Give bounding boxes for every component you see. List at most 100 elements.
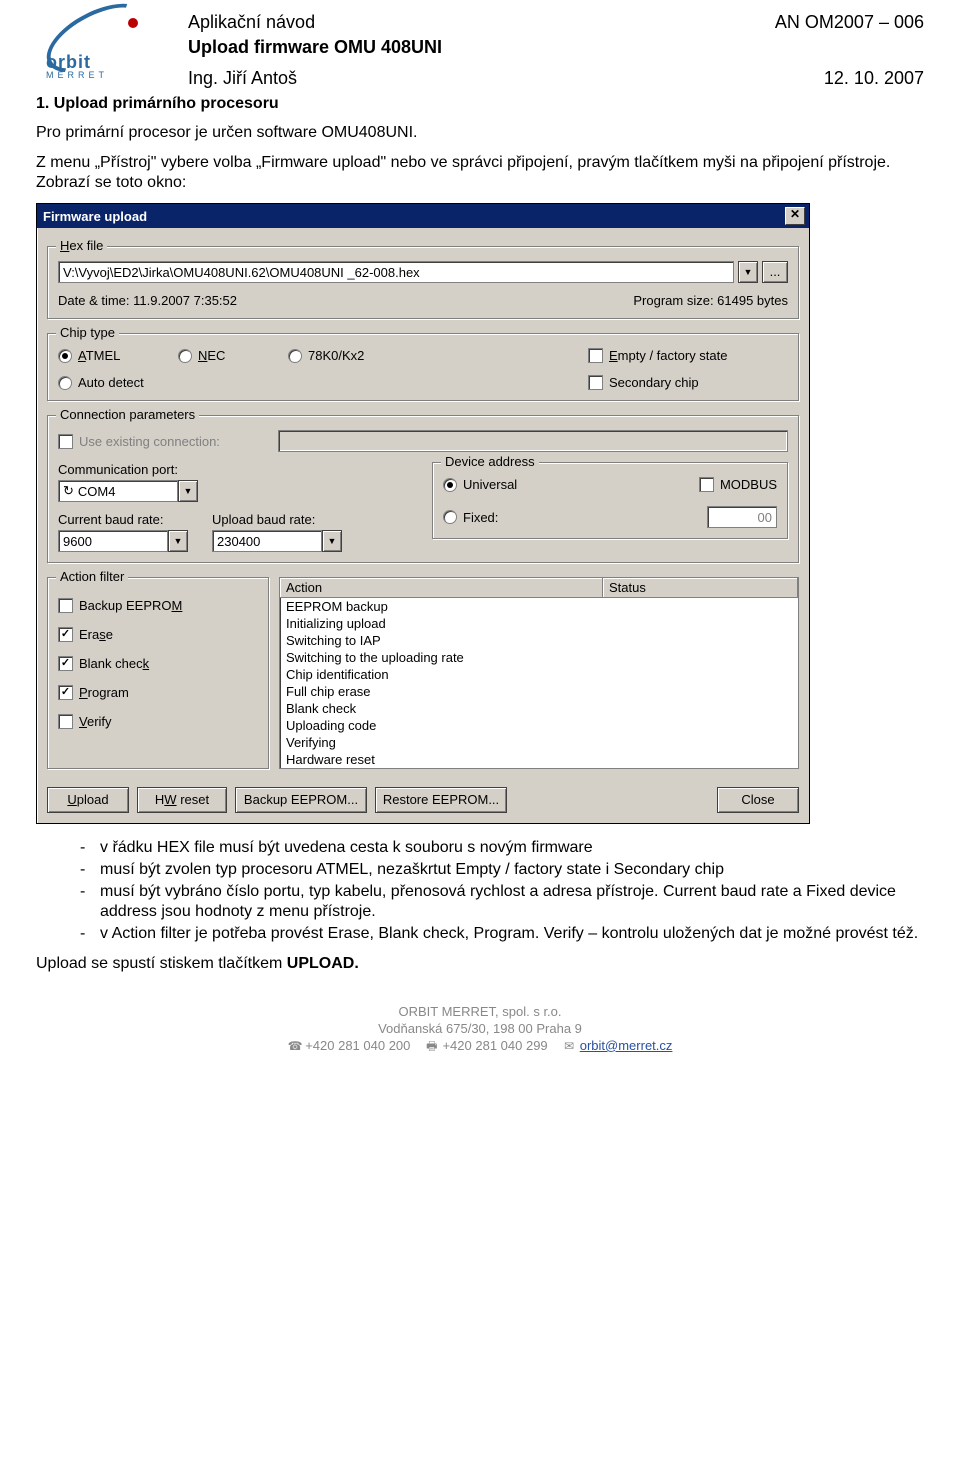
phone-icon: ☎: [288, 1039, 302, 1055]
note-item: -v Action filter je potřeba provést Eras…: [80, 924, 924, 944]
dropdown-arrow-icon[interactable]: ▼: [178, 480, 198, 502]
list-item: Switching to the uploading rate: [280, 649, 798, 666]
radio-fixed[interactable]: Fixed:: [443, 510, 498, 525]
hwreset-button[interactable]: HW reset: [137, 787, 227, 813]
action-filter-group: Action filter Backup EEPROM Erase Blank …: [47, 577, 269, 769]
checkbox-icon: [588, 348, 603, 363]
list-item: Full chip erase: [280, 683, 798, 700]
radio-icon: [443, 478, 457, 492]
checkbox-icon: [699, 477, 714, 492]
chk-verify[interactable]: Verify: [58, 714, 258, 729]
radio-icon: [288, 349, 302, 363]
chk-secondary-chip[interactable]: Secondary chip: [588, 375, 788, 390]
footer-address: Vodňanská 675/30, 198 00 Praha 9: [36, 1021, 924, 1038]
firmware-upload-dialog: Firmware upload ✕ Hex file V:\Vyvoj\ED2\…: [36, 203, 810, 824]
refresh-icon: ↻: [63, 483, 74, 499]
chk-empty-factory[interactable]: Empty / factory state: [588, 348, 788, 363]
radio-78k0[interactable]: 78K0/Kx2: [288, 348, 458, 363]
hex-date-label: Date & time: 11.9.2007 7:35:52: [58, 293, 237, 308]
dropdown-arrow-icon[interactable]: ▼: [322, 530, 342, 552]
header-doc-number: AN OM2007 – 006: [775, 12, 924, 33]
backup-eeprom-button[interactable]: Backup EEPROM...: [235, 787, 367, 813]
hex-size-label: Program size: 61495 bytes: [633, 293, 788, 308]
current-baud-select[interactable]: 9600: [58, 530, 168, 552]
note-item: -musí být vybráno číslo portu, typ kabel…: [80, 882, 924, 922]
radio-autodetect[interactable]: Auto detect: [58, 375, 458, 390]
paragraph-1: Pro primární procesor je určen software …: [36, 123, 924, 143]
titlebar: Firmware upload ✕: [37, 204, 809, 228]
list-item: Chip identification: [280, 666, 798, 683]
orbit-dot-icon: [128, 18, 138, 28]
mail-icon: ✉: [562, 1039, 576, 1055]
col-action: Action: [280, 578, 603, 597]
radio-universal[interactable]: Universal: [443, 477, 517, 492]
radio-icon: [178, 349, 192, 363]
radio-atmel[interactable]: ATMEL: [58, 348, 178, 363]
action-status-list[interactable]: Action Status EEPROM backupInitializing …: [279, 577, 799, 769]
checkbox-icon: [58, 685, 73, 700]
restore-eeprom-button[interactable]: Restore EEPROM...: [375, 787, 507, 813]
header-date: 12. 10. 2007: [824, 68, 924, 89]
paragraph-3: Upload se spustí stiskem tlačítkem UPLOA…: [36, 954, 924, 974]
chk-backup-eeprom[interactable]: Backup EEPROM: [58, 598, 258, 613]
close-dialog-button[interactable]: Close: [717, 787, 799, 813]
action-filter-legend: Action filter: [56, 569, 128, 584]
radio-icon: [443, 510, 457, 524]
list-item: Initializing upload: [280, 615, 798, 632]
chip-type-group: Chip type ATMEL NEC 78K0/Kx2: [47, 333, 799, 401]
upload-baud-select[interactable]: 230400: [212, 530, 322, 552]
connection-group: Connection parameters Use existing conne…: [47, 415, 799, 563]
fixed-address-input[interactable]: 00: [707, 506, 777, 528]
browse-button[interactable]: ...: [762, 261, 788, 283]
checkbox-icon: [58, 598, 73, 613]
list-item: Blank check: [280, 700, 798, 717]
chk-program[interactable]: Program: [58, 685, 258, 700]
hex-path-input[interactable]: V:\Vyvoj\ED2\Jirka\OMU408UNI.62\OMU408UN…: [58, 261, 734, 283]
radio-nec[interactable]: NEC: [178, 348, 288, 363]
hex-file-group: Hex file V:\Vyvoj\ED2\Jirka\OMU408UNI.62…: [47, 246, 799, 319]
device-address-legend: Device address: [441, 454, 539, 469]
checkbox-icon: [588, 375, 603, 390]
page-footer: ORBIT MERRET, spol. s r.o. Vodňanská 675…: [36, 1004, 924, 1055]
fax-icon: 🖶: [425, 1039, 439, 1055]
col-status: Status: [603, 578, 798, 597]
footer-tel2: +420 281 040 299: [442, 1038, 547, 1053]
list-item: Hardware reset: [280, 751, 798, 768]
dropdown-arrow-icon[interactable]: ▼: [168, 530, 188, 552]
comm-port-select[interactable]: ↻ COM4: [58, 480, 178, 502]
list-item: Verifying: [280, 734, 798, 751]
comm-port-label: Communication port:: [58, 462, 418, 477]
checkbox-icon: [58, 434, 73, 449]
footer-company: ORBIT MERRET, spol. s r.o.: [36, 1004, 924, 1021]
list-item: Switching to IAP: [280, 632, 798, 649]
logo-subtext: MERRET: [46, 70, 108, 80]
close-button[interactable]: ✕: [785, 207, 805, 225]
chk-erase[interactable]: Erase: [58, 627, 258, 642]
list-item: EEPROM backup: [280, 598, 798, 615]
chip-legend: Chip type: [56, 325, 119, 340]
document-header: orbit MERRET Aplikační návod AN OM2007 –…: [36, 12, 924, 89]
logo: orbit MERRET: [36, 12, 176, 82]
header-subject: Upload firmware OMU 408UNI: [188, 37, 442, 58]
list-header: Action Status: [280, 578, 798, 598]
chk-use-existing[interactable]: Use existing connection:: [58, 434, 268, 449]
device-address-group: Device address Universal MODBUS: [432, 462, 788, 539]
footer-tel1: +420 281 040 200: [305, 1038, 410, 1053]
chk-blank-check[interactable]: Blank check: [58, 656, 258, 671]
checkbox-icon: [58, 656, 73, 671]
dialog-title: Firmware upload: [43, 209, 147, 224]
upload-button[interactable]: Upload: [47, 787, 129, 813]
existing-conn-field: [278, 430, 788, 452]
conn-legend: Connection parameters: [56, 407, 199, 422]
checkbox-icon: [58, 714, 73, 729]
chk-modbus[interactable]: MODBUS: [699, 477, 777, 492]
paragraph-2: Z menu „Přístroj" vybere volba „Firmware…: [36, 153, 924, 193]
radio-icon: [58, 376, 72, 390]
current-baud-label: Current baud rate:: [58, 512, 188, 527]
hex-legend: Hex file: [56, 238, 107, 253]
notes-list: -v řádku HEX file musí být uvedena cesta…: [36, 838, 924, 944]
hex-dropdown-arrow[interactable]: ▼: [738, 261, 758, 283]
radio-icon: [58, 349, 72, 363]
footer-email[interactable]: orbit@merret.cz: [580, 1038, 673, 1053]
upload-baud-label: Upload baud rate:: [212, 512, 342, 527]
